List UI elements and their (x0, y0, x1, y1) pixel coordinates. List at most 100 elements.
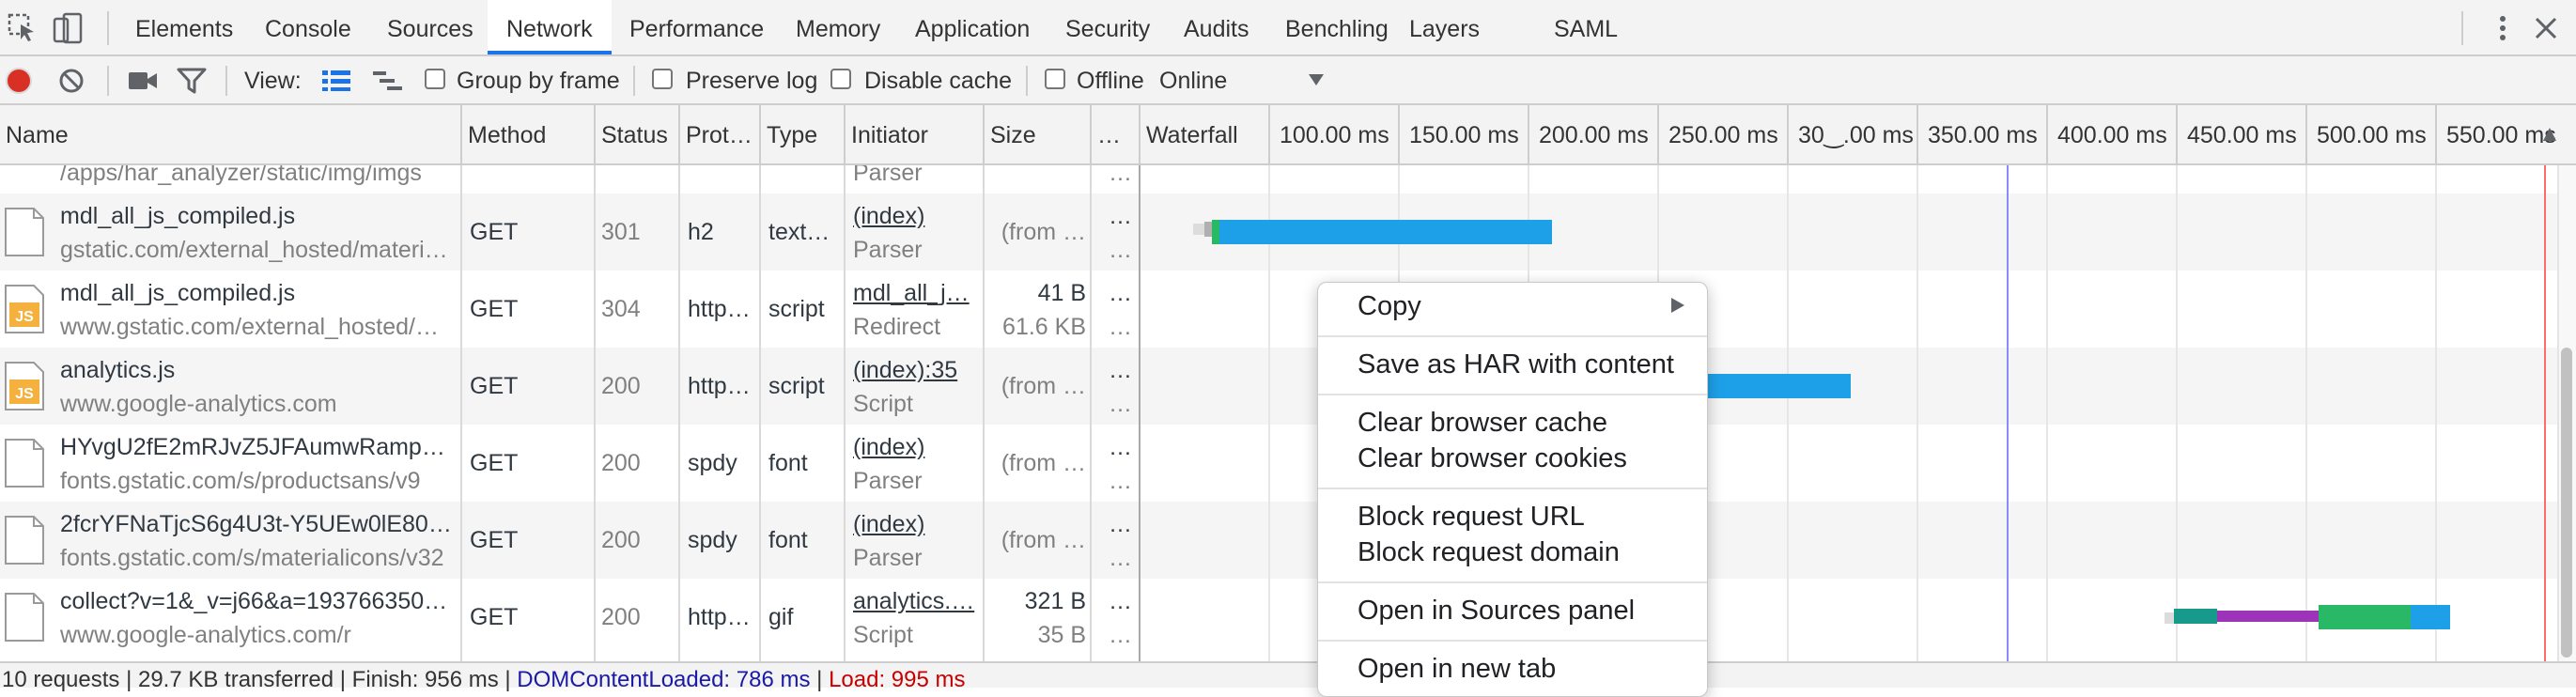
menu-item-clear-cache[interactable]: Clear browser cache (1358, 405, 1607, 441)
waterfall-gridline (2046, 165, 2048, 661)
tab-memory[interactable]: Memory (777, 0, 899, 54)
table-row-partial[interactable]: /apps/har_analyzer/static/img/imgs Parse… (0, 165, 2576, 194)
request-type: script (768, 296, 825, 322)
column-header-name[interactable]: Name (0, 105, 462, 163)
row-more: … (1109, 391, 1132, 417)
column-divider (1090, 165, 1092, 661)
request-size: (from … (1001, 527, 1086, 553)
request-url: fonts.gstatic.com/s/productsans/v9 (60, 468, 421, 494)
row-more: … (1109, 468, 1132, 494)
tab-saml[interactable]: SAML (1535, 0, 1637, 54)
request-url: www.google-analytics.com/r (60, 622, 351, 648)
waterfall-bar-download[interactable] (2411, 605, 2450, 629)
device-toolbar-icon[interactable] (51, 11, 85, 45)
request-initiator-type: Redirect (853, 314, 941, 340)
column-header-protocol[interactable]: Prot… (680, 105, 761, 163)
menu-item-block-url[interactable]: Block request URL (1358, 499, 1585, 534)
preserve-log-checkbox[interactable] (652, 69, 673, 89)
waterfall-bar-queue[interactable] (1193, 224, 1204, 235)
toolbar-divider (225, 66, 227, 96)
filter-icon[interactable] (177, 68, 207, 94)
document-icon (5, 593, 44, 642)
column-header-size[interactable]: Size (985, 105, 1092, 163)
column-header-type[interactable]: Type (761, 105, 846, 163)
summary-text: 10 requests | 29.7 KB transferred | Fini… (2, 667, 518, 692)
request-size: (from … (1001, 373, 1086, 399)
table-row[interactable]: HYvgU2fE2mRJvZ5JFAumwRampu5… fonts.gstat… (0, 425, 2576, 502)
request-url: fonts.gstatic.com/s/materialicons/v32 (60, 545, 444, 571)
disable-cache-checkbox[interactable] (830, 69, 851, 89)
request-type: script (768, 373, 825, 399)
waterfall-bar-queue[interactable] (2165, 612, 2174, 624)
request-url: www.google-analytics.com (60, 391, 337, 417)
menu-item-block-domain[interactable]: Block request domain (1358, 534, 1620, 570)
waterfall-gridline (2305, 165, 2307, 661)
request-size: 321 B (1024, 588, 1086, 614)
screenshot-camera-icon[interactable] (128, 70, 158, 92)
offline-label: Offline (1077, 68, 1144, 94)
tab-console[interactable]: Console (246, 0, 370, 54)
waterfall-bar-download[interactable] (1691, 374, 1851, 398)
request-initiator-link[interactable]: (index):35 (853, 355, 981, 385)
chevron-down-icon[interactable] (1308, 73, 1325, 86)
column-header-initiator[interactable]: Initiator (846, 105, 985, 163)
tab-sources[interactable]: Sources (368, 0, 492, 54)
request-name: 2fcrYFNaTjcS6g4U3t-Y5UEw0lE80ll… (60, 511, 455, 537)
record-button[interactable] (6, 68, 32, 94)
tab-performance[interactable]: Performance (611, 0, 783, 54)
column-header-more[interactable]: … (1092, 105, 1141, 163)
waterfall-tick-label: 150.00 ms (1398, 105, 1519, 163)
waterfall-bar-download[interactable] (1219, 220, 1552, 244)
tab-elements[interactable]: Elements (116, 0, 252, 54)
waterfall-bar-waiting[interactable] (1212, 220, 1219, 244)
row-more: … (1109, 237, 1132, 263)
column-divider (460, 165, 462, 661)
column-header-method[interactable]: Method (462, 105, 596, 163)
group-by-frame-checkbox[interactable] (425, 69, 445, 89)
menu-item-open-sources[interactable]: Open in Sources panel (1358, 593, 1635, 628)
request-initiator-link[interactable]: mdl_all_j… (853, 278, 981, 308)
tab-security[interactable]: Security (1047, 0, 1169, 54)
table-row[interactable]: 2fcrYFNaTjcS6g4U3t-Y5UEw0lE80ll… fonts.g… (0, 502, 2576, 579)
throttling-select[interactable]: Online (1159, 68, 1227, 94)
sort-ascending-icon[interactable] (2542, 126, 2557, 143)
tab-network[interactable]: Network (488, 0, 612, 54)
waterfall-bar-waiting[interactable] (2319, 605, 2411, 629)
column-header-waterfall[interactable]: Waterfall (1141, 105, 1268, 163)
table-row[interactable]: JS mdl_all_js_compiled.js www.gstatic.co… (0, 271, 2576, 348)
menu-item-save-har[interactable]: Save as HAR with content (1358, 347, 1674, 382)
request-status: 304 (601, 296, 641, 322)
devtools-tab-bar: Elements Console Sources Network Perform… (0, 0, 2576, 56)
request-initiator-link[interactable]: (index) (853, 201, 981, 231)
request-initiator-type: Parser (853, 468, 923, 494)
network-table-header: Name Method Status Prot… Type Initiator … (0, 105, 2576, 165)
column-header-status[interactable]: Status (596, 105, 680, 163)
waterfall-bar-connect[interactable] (2174, 609, 2217, 624)
tab-application[interactable]: Application (896, 0, 1048, 54)
close-icon[interactable] (2533, 15, 2559, 41)
request-initiator-link[interactable]: (index) (853, 509, 981, 539)
clear-icon[interactable] (58, 68, 85, 94)
dom-content-loaded-line (2007, 165, 2009, 661)
menu-separator (1318, 581, 1707, 583)
tab-audits[interactable]: Audits (1165, 0, 1267, 54)
kebab-menu-icon[interactable] (2493, 13, 2512, 43)
menu-item-clear-cookies[interactable]: Clear browser cookies (1358, 441, 1627, 476)
request-size: 41 B (1037, 280, 1086, 306)
row-more: … (1109, 588, 1132, 614)
menu-item-copy[interactable]: Copy (1358, 288, 1421, 324)
request-protocol: http… (688, 296, 751, 322)
large-rows-view-icon[interactable] (321, 70, 351, 92)
tab-layers[interactable]: Layers (1390, 0, 1498, 54)
waterfall-bar-ssl[interactable] (2217, 611, 2319, 622)
menu-item-open-new-tab[interactable]: Open in new tab (1358, 651, 1556, 687)
tab-benchling[interactable]: Benchling (1266, 0, 1407, 54)
inspect-element-icon[interactable] (6, 11, 39, 45)
request-initiator-link[interactable]: (index) (853, 432, 981, 462)
offline-checkbox[interactable] (1045, 69, 1065, 89)
request-initiator-link[interactable]: analytics.… (853, 586, 981, 616)
table-row[interactable]: JS analytics.js www.google-analytics.com… (0, 348, 2576, 425)
scrollbar-thumb[interactable] (2561, 348, 2572, 658)
request-resource-size: 35 B (1037, 622, 1086, 648)
waterfall-view-icon[interactable] (372, 70, 404, 92)
